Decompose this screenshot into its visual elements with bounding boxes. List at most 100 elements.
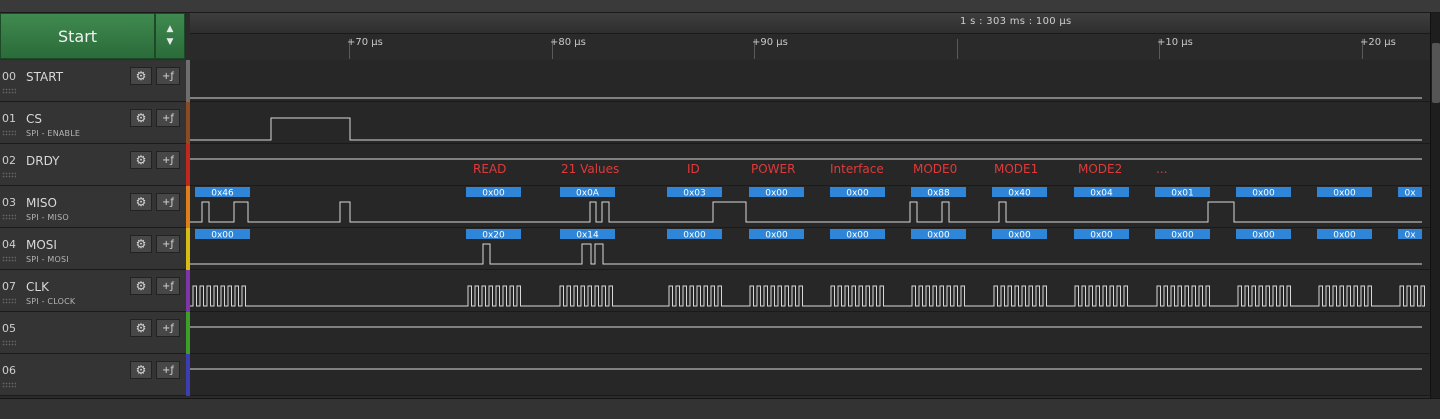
channel-number: 05 — [2, 322, 16, 335]
gear-icon[interactable]: ⚙ — [130, 193, 152, 211]
channel-row-drdy[interactable]: 02 DRDY ⚙ +ƒ — [0, 144, 190, 186]
add-analyzer-icon[interactable]: +ƒ — [156, 151, 180, 169]
channel-name[interactable]: MOSI — [26, 238, 57, 252]
channel-row-start[interactable]: 00 START ⚙ +ƒ — [0, 60, 190, 102]
channel-number: 03 — [2, 196, 16, 209]
top-toolbar-strip — [0, 0, 1440, 13]
ruler-tick-label: +20 µs — [1360, 37, 1396, 48]
miso-byte-value: 0x40 — [1008, 189, 1031, 199]
channel-number: 00 — [2, 70, 16, 83]
mosi-byte-value: 0x00 — [211, 231, 234, 241]
channel-name[interactable]: CS — [26, 112, 42, 126]
drag-handle-icon[interactable] — [2, 340, 16, 346]
bottom-status-bar — [0, 398, 1440, 419]
logic-analyzer-window: Start ▲ ▼ 1 s : 303 ms : 100 µs +70 µs +… — [0, 0, 1440, 419]
add-analyzer-icon[interactable]: +ƒ — [156, 109, 180, 127]
gear-icon[interactable]: ⚙ — [130, 109, 152, 127]
add-analyzer-icon[interactable]: +ƒ — [156, 235, 180, 253]
miso-byte-value: 0x01 — [1171, 189, 1194, 199]
gear-icon[interactable]: ⚙ — [130, 151, 152, 169]
ruler-tick-label: +10 µs — [1157, 37, 1193, 48]
ruler-tick-label: +70 µs — [347, 37, 383, 48]
mosi-byte-value: 0x — [1404, 231, 1416, 241]
channel-number: 06 — [2, 364, 16, 377]
absolute-time-label: 1 s : 303 ms : 100 µs — [960, 16, 1072, 27]
annotation-mode0: MODE0 — [913, 162, 958, 176]
miso-byte-value: 0x00 — [1333, 189, 1356, 199]
channel-row-mosi[interactable]: 04 MOSI SPI - MOSI ⚙ +ƒ — [0, 228, 190, 270]
channel-number: 02 — [2, 154, 16, 167]
channel-name[interactable]: START — [26, 70, 63, 84]
miso-byte-value: 0x04 — [1090, 189, 1113, 199]
annotation-mode1: MODE1 — [994, 162, 1039, 176]
channel-analyzer-label: SPI - CLOCK — [26, 297, 76, 306]
miso-byte-value: 0x00 — [1252, 189, 1275, 199]
gear-icon[interactable]: ⚙ — [130, 277, 152, 295]
scrollbar-thumb[interactable] — [1432, 43, 1440, 103]
channel-name[interactable]: CLK — [26, 280, 49, 294]
mosi-byte-value: 0x14 — [576, 231, 599, 241]
vertical-scrollbar[interactable] — [1430, 13, 1440, 399]
annotation-interface: Interface — [830, 162, 884, 176]
time-ruler[interactable]: 1 s : 303 ms : 100 µs +70 µs +80 µs +90 … — [190, 13, 1430, 61]
mosi-byte-value: 0x00 — [1252, 231, 1275, 241]
mosi-byte-value: 0x00 — [1090, 231, 1113, 241]
arrow-up-icon[interactable]: ▲ — [167, 23, 174, 36]
mosi-byte-value: 0x00 — [846, 231, 869, 241]
add-analyzer-icon[interactable]: +ƒ — [156, 193, 180, 211]
waveform-canvas[interactable]: 0x46 0x00 0x0A 0x03 0x00 0x00 0x88 0x40 0x04 0x01… — [190, 60, 1430, 396]
channel-row-06[interactable]: 06 ⚙ +ƒ — [0, 354, 190, 396]
channel-analyzer-label: SPI - MOSI — [26, 255, 69, 264]
channel-number: 04 — [2, 238, 16, 251]
channel-name[interactable]: MISO — [26, 196, 57, 210]
mosi-byte-value: 0x20 — [482, 231, 505, 241]
annotation-read: READ — [473, 162, 507, 176]
ruler-tick-line — [957, 39, 958, 59]
drag-handle-icon[interactable] — [2, 130, 16, 136]
clk-trace — [190, 285, 1425, 307]
drag-handle-icon[interactable] — [2, 256, 16, 262]
miso-byte-value: 0x — [1404, 189, 1416, 199]
channel-analyzer-label: SPI - ENABLE — [26, 129, 81, 138]
arrow-down-icon[interactable]: ▼ — [167, 36, 174, 49]
miso-byte-value: 0x0A — [576, 189, 600, 199]
channel-row-cs[interactable]: 01 CS SPI - ENABLE ⚙ +ƒ — [0, 102, 190, 144]
mosi-byte-value: 0x00 — [927, 231, 950, 241]
cs-trace — [190, 117, 1422, 141]
drag-handle-icon[interactable] — [2, 298, 16, 304]
annotation-ellipsis: ... — [1156, 162, 1168, 176]
start-options-spinner[interactable]: ▲ ▼ — [155, 13, 185, 59]
waveform-area[interactable]: 0x46 0x00 0x0A 0x03 0x00 0x00 0x88 0x40 0x04 0x01… — [190, 60, 1430, 396]
ruler-tick-label: +80 µs — [550, 37, 586, 48]
gear-icon[interactable]: ⚙ — [130, 67, 152, 85]
add-analyzer-icon[interactable]: +ƒ — [156, 361, 180, 379]
drag-handle-icon[interactable] — [2, 172, 16, 178]
gear-icon[interactable]: ⚙ — [130, 235, 152, 253]
mosi-byte-value: 0x00 — [1008, 231, 1031, 241]
channel-number: 07 — [2, 280, 16, 293]
drag-handle-icon[interactable] — [2, 382, 16, 388]
channel-row-miso[interactable]: 03 MISO SPI - MISO ⚙ +ƒ — [0, 186, 190, 228]
mosi-byte-value: 0x00 — [1333, 231, 1356, 241]
add-analyzer-icon[interactable]: +ƒ — [156, 67, 180, 85]
absolute-time-bar: 1 s : 303 ms : 100 µs — [190, 13, 1430, 34]
gear-icon[interactable]: ⚙ — [130, 361, 152, 379]
mosi-byte-value: 0x00 — [683, 231, 706, 241]
channel-name[interactable]: DRDY — [26, 154, 60, 168]
miso-byte-value: 0x46 — [211, 189, 234, 199]
drag-handle-icon[interactable] — [2, 88, 16, 94]
add-analyzer-icon[interactable]: +ƒ — [156, 319, 180, 337]
mosi-trace — [190, 243, 1422, 265]
miso-byte-value: 0x88 — [927, 189, 950, 199]
annotation-21-values: 21 Values — [561, 162, 620, 176]
annotation-power: POWER — [751, 162, 796, 176]
channel-row-05[interactable]: 05 ⚙ +ƒ — [0, 312, 190, 354]
mosi-byte-value: 0x00 — [1171, 231, 1194, 241]
annotation-id: ID — [687, 162, 700, 176]
gear-icon[interactable]: ⚙ — [130, 319, 152, 337]
miso-byte-value: 0x00 — [846, 189, 869, 199]
add-analyzer-icon[interactable]: +ƒ — [156, 277, 180, 295]
drag-handle-icon[interactable] — [2, 214, 16, 220]
channel-row-clk[interactable]: 07 CLK SPI - CLOCK ⚙ +ƒ — [0, 270, 190, 312]
start-capture-button[interactable]: Start — [0, 13, 155, 59]
